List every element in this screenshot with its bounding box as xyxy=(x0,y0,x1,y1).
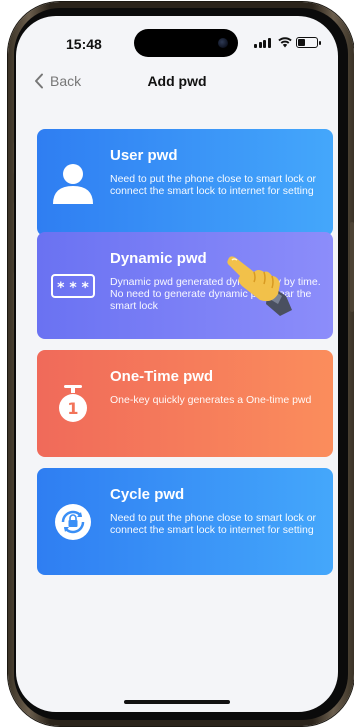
cycle-lock-icon xyxy=(51,500,95,544)
page-title: Add pwd xyxy=(147,73,207,89)
svg-text:* * *: * * * xyxy=(57,280,89,296)
card-title: One-Time pwd xyxy=(110,368,214,385)
one-time-pwd-card[interactable]: 1 One-Time pwd One-key quickly generates… xyxy=(37,350,333,457)
signal-icon xyxy=(254,38,271,48)
nav-bar: Back Add pwd xyxy=(16,70,338,100)
cycle-pwd-card[interactable]: Cycle pwd Need to put the phone close to… xyxy=(37,468,333,575)
pointing-hand-icon xyxy=(227,256,292,316)
card-description: Need to put the phone close to smart loc… xyxy=(110,173,317,197)
app-screen: 15:48 Back Add pwd User pwd Need to put … xyxy=(16,16,338,712)
keypad-icon: * * * xyxy=(51,264,95,308)
svg-text:1: 1 xyxy=(67,399,78,418)
power-button xyxy=(350,222,354,312)
timer-one-icon: 1 xyxy=(51,382,95,426)
card-title: Cycle pwd xyxy=(110,486,185,503)
status-bar: 15:48 xyxy=(16,16,338,66)
status-time: 15:48 xyxy=(66,36,102,52)
user-icon xyxy=(51,161,95,205)
camera-icon xyxy=(218,38,228,48)
user-pwd-card[interactable]: User pwd Need to put the phone close to … xyxy=(37,129,333,236)
battery-icon xyxy=(296,37,321,48)
card-title: Dynamic pwd xyxy=(110,250,207,267)
card-description: One-key quickly generates a One-time pwd xyxy=(110,394,312,406)
dynamic-island xyxy=(134,29,238,57)
wifi-icon xyxy=(278,37,292,48)
home-indicator xyxy=(124,700,230,704)
card-title: User pwd xyxy=(110,147,178,164)
card-description: Need to put the phone close to smart loc… xyxy=(110,512,317,536)
